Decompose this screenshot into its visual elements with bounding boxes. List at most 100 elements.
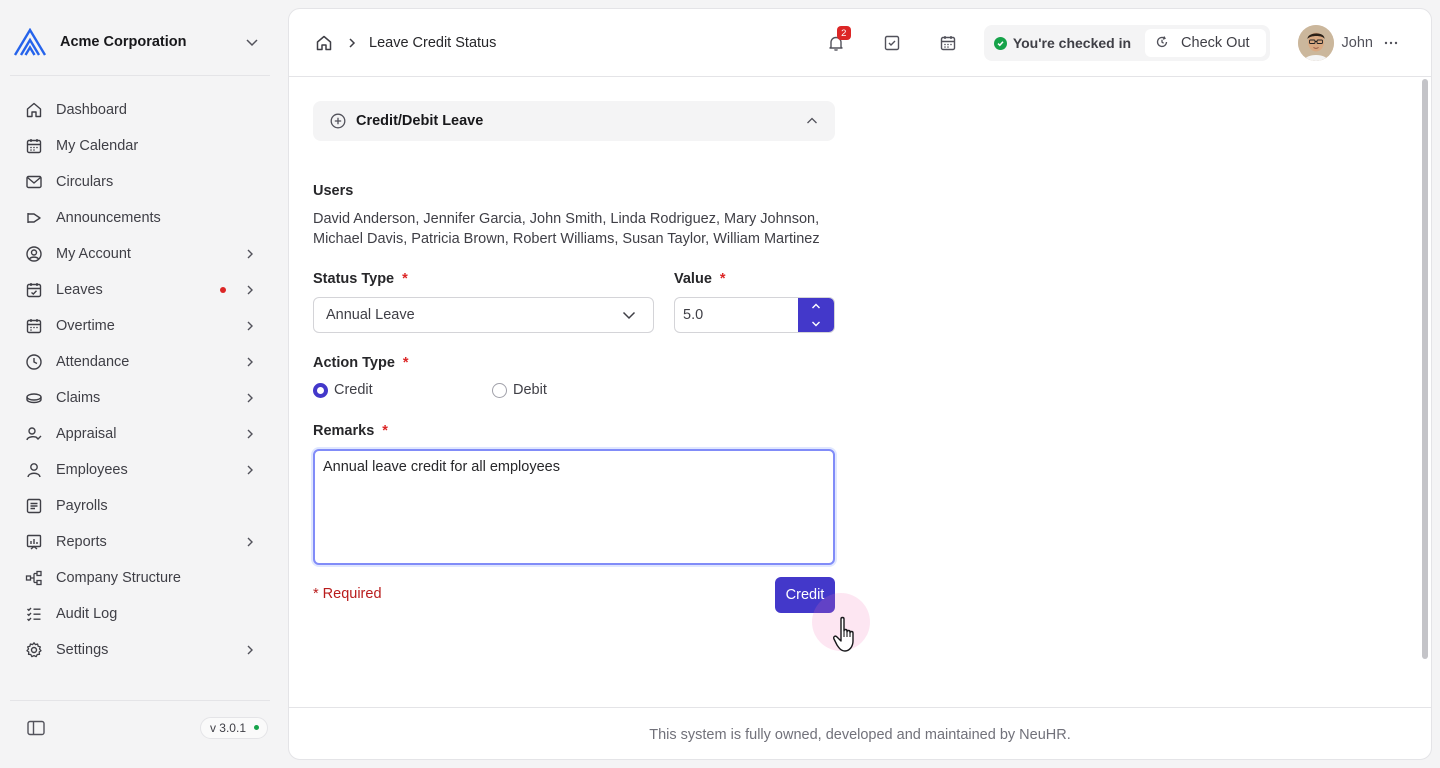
- sidebar-item-label: Reports: [56, 534, 107, 550]
- users-label: Users: [313, 183, 354, 199]
- notification-badge: 2: [836, 26, 851, 40]
- sidebar-item-label: Overtime: [56, 318, 115, 334]
- sidebar-item-label: Claims: [56, 390, 101, 406]
- required-asterisk: *: [402, 355, 409, 371]
- receipt-icon: [24, 496, 44, 516]
- value-label: Value *: [674, 271, 726, 287]
- sidebar-footer: v 3.0.1: [10, 700, 270, 754]
- user-circle-icon: [24, 244, 44, 264]
- calendar-icon: [24, 136, 44, 156]
- sidebar-item-settings[interactable]: Settings: [14, 632, 268, 668]
- stepper-buttons: [798, 298, 834, 332]
- value-input[interactable]: 5.0: [675, 307, 798, 323]
- more-horizontal-icon[interactable]: [1383, 35, 1399, 51]
- status-type-select[interactable]: Annual Leave: [313, 297, 654, 333]
- sidebar-item-label: Leaves: [56, 282, 103, 298]
- coins-icon: [24, 388, 44, 408]
- vertical-scrollbar[interactable]: [1422, 79, 1428, 659]
- chevron-down-icon: [619, 305, 639, 325]
- sidebar-item-label: Appraisal: [56, 426, 117, 442]
- user-check-icon: [24, 424, 44, 444]
- sidebar-item-claims[interactable]: Claims: [14, 380, 268, 416]
- sidebar-item-label: Circulars: [56, 174, 114, 190]
- sidebar-item-label: Settings: [56, 642, 109, 658]
- home-icon: [24, 100, 44, 120]
- chevron-down-icon[interactable]: [238, 28, 266, 56]
- section-title: Credit/Debit Leave: [356, 113, 484, 129]
- action-type-label: Action Type *: [313, 355, 409, 371]
- notification-dot: [220, 287, 226, 293]
- sidebar-item-my-account[interactable]: My Account: [14, 236, 268, 272]
- footer: This system is fully owned, developed an…: [289, 707, 1431, 759]
- mail-icon: [24, 172, 44, 192]
- sidebar-item-attendance[interactable]: Attendance: [14, 344, 268, 380]
- user-name[interactable]: John: [1342, 35, 1373, 51]
- required-asterisk: *: [402, 271, 408, 287]
- chevron-right-icon: [240, 352, 260, 372]
- avatar[interactable]: [1297, 25, 1334, 61]
- radio-debit[interactable]: Debit: [492, 382, 547, 398]
- sidebar-item-announcements[interactable]: Announcements: [14, 200, 268, 236]
- version-label: v 3.0.1: [209, 720, 246, 735]
- sidebar-item-label: Attendance: [56, 354, 130, 370]
- calendar-clock-icon: [24, 316, 44, 336]
- home-icon[interactable]: [313, 32, 335, 54]
- value-stepper[interactable]: 5.0: [674, 297, 835, 333]
- check-circle-icon: [993, 36, 1007, 50]
- radio-credit[interactable]: Credit: [313, 382, 373, 398]
- decrement-chevron-down-icon[interactable]: [798, 315, 834, 332]
- required-note: * Required: [313, 586, 382, 602]
- bell-icon[interactable]: 2: [824, 26, 851, 55]
- sidebar: Acme Corporation Dashboard My Calendar C…: [0, 0, 280, 768]
- status-type-value: Annual Leave: [326, 307, 415, 323]
- radio-debit-indicator[interactable]: [492, 382, 507, 398]
- chevron-right-icon: [240, 424, 260, 444]
- sidebar-toggle-icon[interactable]: [22, 714, 50, 742]
- task-check-icon[interactable]: [880, 31, 904, 55]
- user-icon: [24, 460, 44, 480]
- sidebar-item-label: My Calendar: [56, 138, 139, 154]
- check-out-button[interactable]: Check Out: [1145, 29, 1266, 57]
- sidebar-item-label: My Account: [56, 246, 131, 262]
- sidebar-item-dashboard[interactable]: Dashboard: [14, 92, 268, 128]
- sidebar-item-employees[interactable]: Employees: [14, 452, 268, 488]
- version-badge: v 3.0.1: [199, 716, 268, 739]
- required-asterisk: *: [382, 423, 388, 439]
- radio-credit-indicator[interactable]: [313, 382, 328, 398]
- chevron-right-icon: [240, 460, 260, 480]
- sidebar-item-label: Company Structure: [56, 570, 181, 586]
- hand-cursor-icon: [833, 615, 869, 655]
- status-dot: [254, 725, 259, 730]
- org-switcher[interactable]: Acme Corporation: [10, 8, 270, 76]
- status-type-label: Status Type *: [313, 271, 408, 287]
- sidebar-item-reports[interactable]: Reports: [14, 524, 268, 560]
- clock-icon: [24, 352, 44, 372]
- sidebar-item-audit-log[interactable]: Audit Log: [14, 596, 268, 632]
- sidebar-item-overtime[interactable]: Overtime: [14, 308, 268, 344]
- sidebar-item-label: Employees: [56, 462, 128, 478]
- credit-debit-accordion[interactable]: Credit/Debit Leave: [313, 101, 835, 141]
- plus-circle-icon: [329, 112, 347, 130]
- sidebar-item-company-structure[interactable]: Company Structure: [14, 560, 268, 596]
- remarks-textarea[interactable]: Annual leave credit for all employees: [313, 449, 835, 565]
- remarks-label: Remarks *: [313, 423, 388, 439]
- radio-debit-label: Debit: [513, 382, 547, 398]
- sidebar-item-my-calendar[interactable]: My Calendar: [14, 128, 268, 164]
- radio-credit-label: Credit: [334, 382, 373, 398]
- sidebar-item-payrolls[interactable]: Payrolls: [14, 488, 268, 524]
- sidebar-nav: Dashboard My Calendar Circulars Announce…: [14, 92, 268, 668]
- required-asterisk: *: [719, 271, 726, 287]
- calendar-icon[interactable]: [936, 31, 960, 55]
- clock-arrow-icon: [1155, 35, 1169, 52]
- increment-chevron-up-icon[interactable]: [798, 298, 834, 315]
- sidebar-item-leaves[interactable]: Leaves: [14, 272, 268, 308]
- chevron-right-icon: [240, 388, 260, 408]
- calendar-check-icon: [24, 280, 44, 300]
- sidebar-item-label: Announcements: [56, 210, 161, 226]
- acme-logo-icon: [10, 22, 50, 62]
- chart-icon: [24, 532, 44, 552]
- chevron-up-icon[interactable]: [803, 112, 821, 130]
- sidebar-item-appraisal[interactable]: Appraisal: [14, 416, 268, 452]
- sidebar-item-circulars[interactable]: Circulars: [14, 164, 268, 200]
- top-bar-actions: 2 You're checked in Check Out John: [824, 9, 1431, 77]
